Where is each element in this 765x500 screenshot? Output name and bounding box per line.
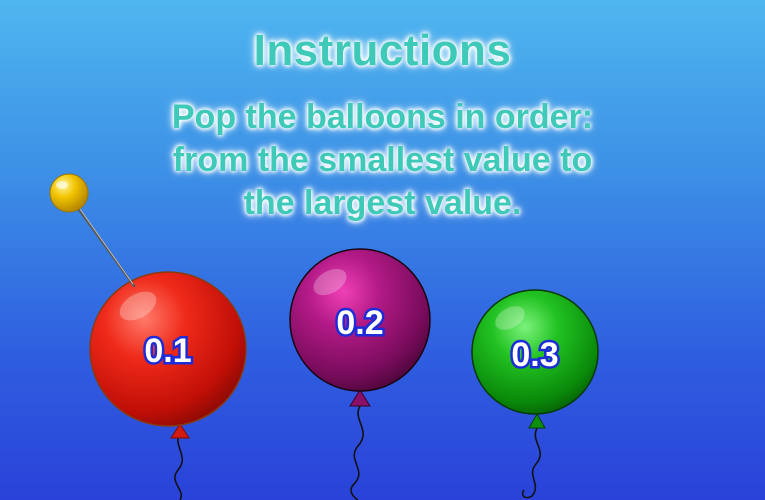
pin-needle-shine (72, 198, 134, 285)
pin-cursor[interactable] (49, 173, 136, 288)
balloon-knot (349, 389, 371, 407)
balloon-knot (528, 412, 546, 429)
balloon-0-1[interactable]: 0.1 (89, 271, 247, 500)
pin-needle (70, 198, 136, 288)
balloon-field: 0.1 0.2 0.3 (49, 173, 599, 500)
balloon-string (521, 427, 542, 499)
balloon-string (350, 405, 364, 500)
game-stage: Instructions Pop the balloons in order: … (0, 0, 765, 500)
balloon-0-2[interactable]: 0.2 (289, 248, 431, 500)
balloon-label[interactable]: 0.2 (334, 302, 386, 345)
balloon-string (174, 431, 184, 500)
pin-head-icon[interactable] (49, 173, 89, 213)
balloon-label[interactable]: 0.3 (509, 334, 561, 377)
balloon-0-3[interactable]: 0.3 (471, 289, 599, 499)
balloon-label[interactable]: 0.1 (142, 330, 194, 373)
pin-head-shine (56, 181, 68, 189)
